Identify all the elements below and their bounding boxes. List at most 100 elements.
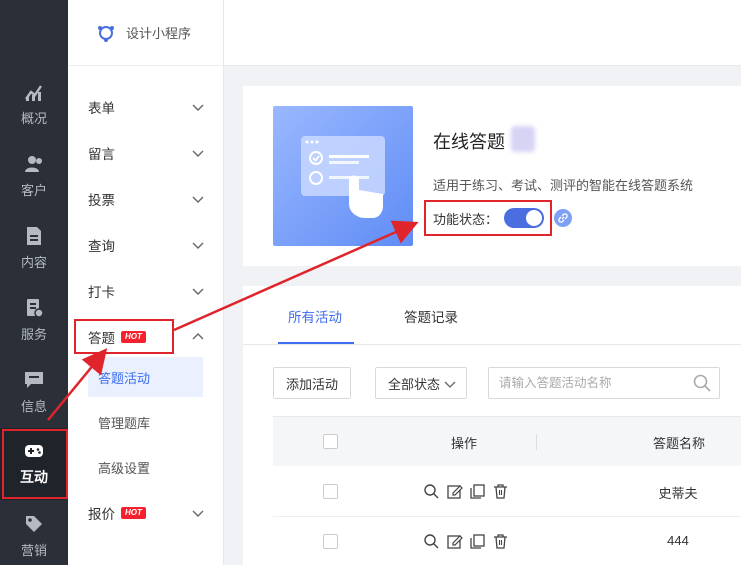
search-icon[interactable]: [423, 483, 440, 500]
chevron-down-icon: [444, 381, 456, 388]
rail-label: 互动: [20, 469, 48, 485]
nav-sub-question-bank[interactable]: 管理题库: [88, 402, 203, 442]
chevron-down-icon: [192, 242, 204, 249]
nav-sub-label: 管理题库: [98, 415, 151, 431]
tab-all-activities[interactable]: 所有活动: [288, 306, 342, 326]
status-filter-select[interactable]: 全部状态: [375, 367, 467, 399]
rail-item-service[interactable]: 服务: [0, 284, 68, 356]
tab-bar: 所有活动 答题记录: [243, 286, 741, 345]
quiz-illustration-icon: [301, 136, 385, 218]
copy-icon[interactable]: [469, 483, 486, 500]
chevron-down-icon: [192, 104, 204, 111]
rail-label: 服务: [20, 326, 47, 342]
app-card: 在线答题 适用于练习、考试、测评的智能在线答题系统 功能状态：: [243, 86, 741, 266]
chevron-down-icon: [192, 510, 204, 517]
activity-list-card: 所有活动 答题记录 添加活动 全部状态 操作 答题名称 史蒂夫: [243, 286, 741, 565]
table-header: 操作 答题名称: [273, 416, 741, 466]
chevron-down-icon: [192, 288, 204, 295]
service-icon: [27, 298, 44, 318]
rail-item-content[interactable]: 内容: [0, 212, 68, 284]
app-description: 适用于练习、考试、测评的智能在线答题系统: [433, 178, 694, 193]
rail-item-overview[interactable]: 概况: [0, 68, 68, 140]
search-icon[interactable]: [693, 374, 711, 392]
users-icon: [25, 155, 42, 172]
brand-label: 设计小程序: [126, 26, 192, 41]
feature-toggle[interactable]: [504, 208, 545, 228]
top-bar: [224, 0, 741, 66]
rail-label: 信息: [20, 398, 47, 414]
nav-group-label: 表单: [88, 101, 115, 116]
rail-label: 概况: [20, 110, 47, 126]
app-title: 在线答题: [433, 132, 505, 152]
document-icon: [27, 226, 41, 245]
status-label: 功能状态：: [433, 211, 499, 227]
chevron-down-icon: [192, 150, 204, 157]
nav-group-quote[interactable]: 报价 HOT: [68, 498, 224, 528]
nav-sub-label: 高级设置: [98, 460, 151, 476]
nav-sub-advanced-settings[interactable]: 高级设置: [88, 447, 203, 487]
row-actions: [423, 533, 509, 550]
nav-group-label: 答题: [88, 331, 115, 346]
status-filter-value: 全部状态: [388, 376, 441, 392]
left-rail: 概况 客户 内容 服务 信息 互动 营销: [0, 0, 68, 565]
copy-icon[interactable]: [469, 533, 486, 550]
search-input[interactable]: [489, 368, 679, 398]
nav-group-checkin[interactable]: 打卡: [68, 276, 224, 306]
chevron-down-icon: [192, 196, 204, 203]
header-quiz-name: 答题名称: [653, 436, 706, 451]
tab-indicator: [278, 342, 354, 344]
row-checkbox[interactable]: [323, 484, 338, 499]
nav-group-label: 打卡: [88, 285, 115, 300]
row-checkbox[interactable]: [323, 534, 338, 549]
tab-quiz-records[interactable]: 答题记录: [404, 306, 458, 326]
edit-icon[interactable]: [446, 533, 463, 550]
select-all-checkbox[interactable]: [323, 434, 338, 449]
search-box: [488, 367, 720, 399]
trash-icon[interactable]: [492, 533, 509, 550]
edit-icon[interactable]: [446, 483, 463, 500]
toggle-knob: [526, 210, 543, 226]
secondary-nav: 设计小程序 表单 留言 投票 查询 打卡 答题 HOT 答题活动 管理题库 高级…: [68, 0, 224, 565]
row-quiz-name: 史蒂夫: [658, 486, 698, 501]
link-icon[interactable]: [554, 209, 573, 227]
nav-group-vote[interactable]: 投票: [68, 184, 224, 214]
nav-group-label: 投票: [88, 193, 115, 208]
status-row: 功能状态：: [433, 208, 573, 228]
add-activity-button[interactable]: 添加活动: [273, 367, 352, 399]
settings-hub-icon: [98, 25, 114, 42]
nav-group-form[interactable]: 表单: [68, 92, 224, 122]
nav-group-message[interactable]: 留言: [68, 138, 224, 168]
header-operations: 操作: [451, 436, 478, 451]
header-divider: [536, 434, 537, 450]
chart-icon: [25, 84, 42, 101]
gamepad-icon: [25, 445, 43, 457]
nav-group-query[interactable]: 查询: [68, 230, 224, 260]
tag-icon: [26, 515, 42, 532]
blurred-badge: [511, 126, 535, 152]
hot-badge: HOT: [121, 507, 146, 519]
rail-label: 营销: [20, 542, 47, 558]
rail-label: 客户: [20, 182, 47, 198]
nav-group-quiz[interactable]: 答题 HOT: [68, 322, 224, 352]
nav-sub-quiz-activity[interactable]: 答题活动: [88, 357, 203, 397]
message-icon: [25, 371, 43, 388]
nav-group-label: 报价: [88, 507, 115, 522]
row-quiz-name: 444: [667, 533, 689, 548]
brand-header[interactable]: 设计小程序: [68, 0, 223, 66]
rail-item-message[interactable]: 信息: [0, 356, 68, 428]
hot-badge: HOT: [121, 331, 146, 343]
rail-item-marketing[interactable]: 营销: [0, 500, 68, 565]
nav-group-label: 留言: [88, 147, 115, 162]
rail-label: 内容: [20, 254, 47, 270]
trash-icon[interactable]: [492, 483, 509, 500]
rail-item-interaction[interactable]: 互动: [0, 428, 68, 500]
nav-group-label: 查询: [88, 239, 115, 254]
rail-item-customers[interactable]: 客户: [0, 140, 68, 212]
table-row: 史蒂夫: [273, 467, 741, 517]
row-actions: [423, 483, 509, 500]
nav-sub-label: 答题活动: [98, 370, 151, 386]
chevron-up-icon: [192, 333, 204, 340]
table-row: 444: [273, 517, 741, 565]
search-icon[interactable]: [423, 533, 440, 550]
app-illustration: [273, 106, 413, 246]
